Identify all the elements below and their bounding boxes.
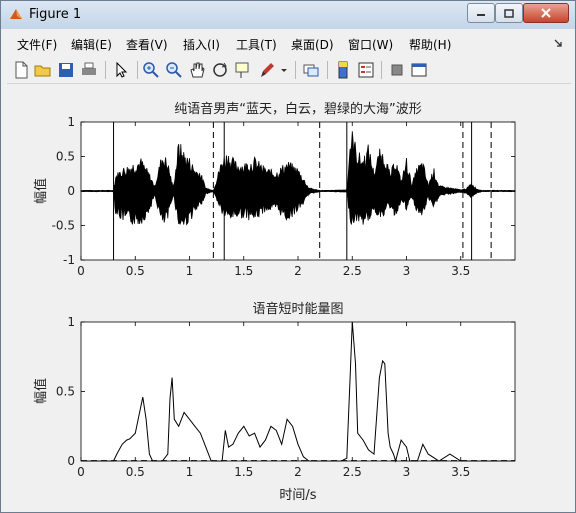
y-tick-label: 1 — [67, 315, 75, 329]
close-icon — [541, 8, 551, 18]
show-tools-icon[interactable] — [409, 60, 429, 80]
x-tick-label: 1 — [186, 264, 194, 278]
menu-file[interactable]: 文件(F) — [17, 36, 57, 53]
y-tick-label: 1 — [67, 115, 75, 129]
x-tick-label: 0 — [77, 465, 85, 479]
menu-insert[interactable]: 插入(I) — [183, 36, 220, 53]
pan-icon[interactable] — [187, 60, 207, 80]
energy-title: 语音短时能量图 — [252, 301, 343, 317]
zoom-out-icon[interactable] — [164, 60, 184, 80]
brush-icon[interactable] — [257, 60, 277, 80]
plots-svg: 纯语音男声“蓝天，白云，碧绿的大海”波形 幅值 0 0.5 1 1.5 2 2.5 3 3.5… — [33, 101, 516, 503]
hide-tools-icon[interactable] — [387, 60, 407, 80]
open-icon[interactable] — [33, 60, 53, 80]
close-button[interactable] — [523, 3, 569, 23]
x-tick-label: 1 — [186, 465, 194, 479]
window-title: Figure 1 — [29, 7, 82, 22]
colorbar-icon[interactable] — [333, 60, 353, 80]
minimize-button[interactable] — [467, 3, 495, 23]
figure-window: Figure 1 文件(F) 编辑(E) 查看(V) 插入(I) 工具(T) 桌… — [0, 0, 576, 513]
menu-view[interactable]: 查看(V) — [126, 36, 168, 53]
zoom-in-icon[interactable] — [141, 60, 161, 80]
figure-canvas: 纯语音男声“蓝天，白云，碧绿的大海”波形 幅值 0 0.5 1 1.5 2 2.5 3 3.5… — [7, 85, 571, 505]
x-tick-label: 2 — [294, 465, 302, 479]
maximize-button[interactable] — [495, 3, 523, 23]
x-tick-label: 0.5 — [126, 264, 145, 278]
y-tick-label: -1 — [63, 253, 75, 267]
x-tick-label: 3 — [403, 264, 411, 278]
save-icon[interactable] — [56, 60, 76, 80]
menu-desktop[interactable]: 桌面(D) — [291, 36, 334, 53]
y-tick-label: 0.5 — [56, 385, 75, 399]
data-cursor-icon[interactable] — [233, 60, 253, 80]
x-tick-label: 0 — [77, 264, 85, 278]
x-tick-label: 2 — [294, 264, 302, 278]
x-tick-label: 1.5 — [234, 264, 253, 278]
energy-axes-box — [80, 321, 516, 462]
waveform-axes[interactable]: 纯语音男声“蓝天，白云，碧绿的大海”波形 幅值 0 0.5 1 1.5 2 2.5 3 3.5… — [33, 101, 516, 278]
maximize-icon — [504, 8, 514, 18]
energy-xlabel: 时间/s — [279, 488, 316, 503]
y-tick-label: 0 — [67, 184, 75, 198]
matlab-icon — [10, 9, 22, 19]
y-tick-label: 0 — [67, 454, 75, 468]
print-icon[interactable] — [79, 60, 99, 80]
waveform-ylabel: 幅值 — [33, 178, 49, 204]
pointer-icon[interactable] — [111, 60, 131, 80]
x-tick-label: 1.5 — [234, 465, 253, 479]
x-tick-label: 3 — [403, 465, 411, 479]
dock-arrow-icon[interactable] — [553, 38, 563, 48]
new-figure-icon[interactable] — [11, 60, 31, 80]
x-tick-label: 3.5 — [451, 465, 470, 479]
x-tick-label: 2.5 — [343, 264, 362, 278]
menu-help[interactable]: 帮助(H) — [409, 36, 451, 53]
legend-icon[interactable] — [356, 60, 376, 80]
energy-ylabel: 幅值 — [33, 378, 49, 404]
link-icon[interactable] — [301, 60, 321, 80]
y-tick-label: 0.5 — [56, 150, 75, 164]
menu-tools[interactable]: 工具(T) — [236, 36, 277, 53]
y-tick-label: -0.5 — [52, 219, 75, 233]
x-tick-label: 0.5 — [126, 465, 145, 479]
waveform-title: 纯语音男声“蓝天，白云，碧绿的大海”波形 — [174, 101, 421, 117]
x-tick-label: 3.5 — [451, 264, 470, 278]
title-bar[interactable]: Figure 1 — [1, 1, 575, 29]
rotate-icon[interactable] — [210, 60, 230, 80]
menu-window[interactable]: 窗口(W) — [348, 36, 393, 53]
menu-bar: 文件(F) 编辑(E) 查看(V) 插入(I) 工具(T) 桌面(D) 窗口(W… — [7, 31, 571, 55]
menu-edit[interactable]: 编辑(E) — [71, 36, 112, 53]
toolbar — [7, 57, 571, 84]
brush-dropdown-icon[interactable] — [279, 60, 289, 80]
minimize-icon — [477, 14, 485, 16]
x-tick-label: 2.5 — [343, 465, 362, 479]
energy-axes[interactable]: 语音短时能量图 幅值 时间/s 0 0.5 1 1.5 2 2.5 3 3.5 0 0.5 1 — [33, 301, 516, 503]
